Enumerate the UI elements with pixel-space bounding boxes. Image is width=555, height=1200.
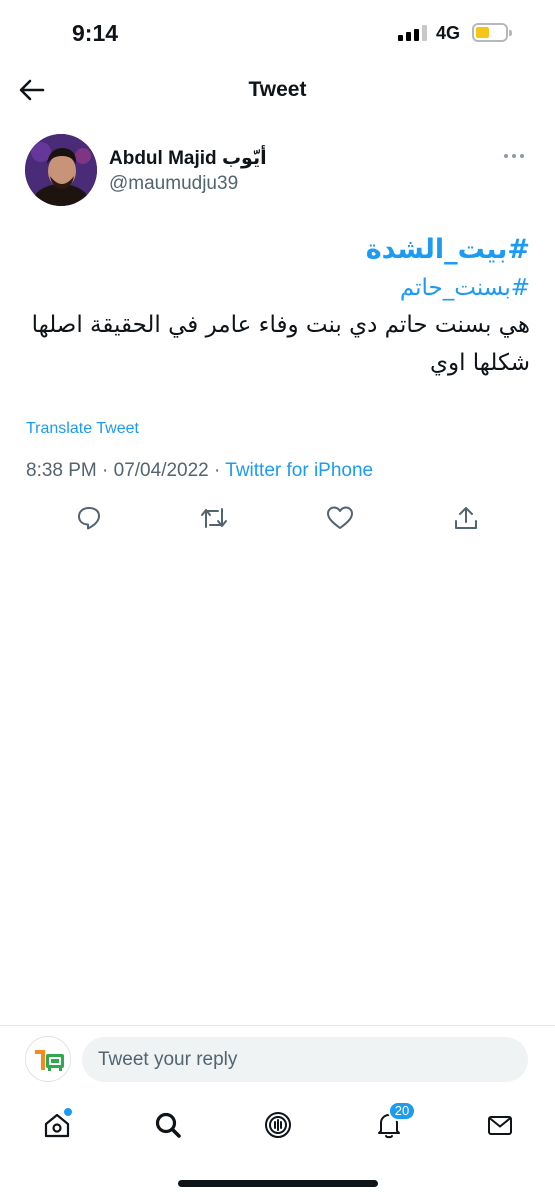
- reply-button[interactable]: [74, 503, 104, 533]
- spaces-icon: [265, 1112, 291, 1138]
- profile-photo: [25, 134, 97, 206]
- signal-icon: [398, 25, 427, 41]
- tweet-body: #بيت_الشدة #بسنت_حاتم هي بسنت حاتم دي بن…: [25, 230, 530, 382]
- avatar[interactable]: [25, 134, 97, 206]
- share-button[interactable]: [451, 503, 481, 533]
- bottom-tab-bar: 20: [0, 1098, 555, 1158]
- hashtag-link[interactable]: #بسنت_حاتم: [25, 270, 530, 306]
- page-title: Tweet: [248, 78, 307, 101]
- messages-icon: [488, 1116, 512, 1135]
- tweet-source-link[interactable]: Twitter for iPhone: [225, 460, 373, 481]
- retweet-icon: [201, 508, 227, 528]
- tweet-actions: [0, 500, 555, 538]
- reply-bar: Tweet your reply: [0, 1025, 555, 1095]
- retweet-button[interactable]: [199, 503, 229, 533]
- display-name[interactable]: Abdul Majid أيّوب: [109, 147, 267, 170]
- share-icon: [455, 507, 477, 529]
- reply-input[interactable]: Tweet your reply: [82, 1037, 528, 1082]
- current-user-avatar[interactable]: [25, 1036, 71, 1082]
- nav-header: Tweet: [0, 66, 555, 116]
- status-time: 9:14: [72, 20, 119, 46]
- search-icon: [155, 1112, 181, 1138]
- translate-tweet-link[interactable]: Translate Tweet: [26, 420, 139, 438]
- current-user-photo: [26, 1037, 70, 1081]
- like-icon: [327, 506, 353, 529]
- battery-icon: [472, 23, 512, 42]
- tab-search[interactable]: [151, 1108, 185, 1142]
- hashtag-link[interactable]: #بيت_الشدة: [25, 230, 530, 270]
- tab-notifications[interactable]: 20: [372, 1101, 416, 1142]
- tweet-timestamp: 8:38 PM · 07/04/2022 ·: [26, 460, 226, 481]
- more-dot: [512, 154, 516, 158]
- notifications-badge: 20: [388, 1101, 416, 1121]
- reply-icon: [78, 507, 100, 530]
- network-type: 4G: [436, 23, 461, 43]
- home-indicator: [178, 1180, 378, 1187]
- tab-spaces[interactable]: [261, 1108, 295, 1142]
- more-dot: [504, 154, 508, 158]
- reply-placeholder: Tweet your reply: [98, 1048, 238, 1070]
- tab-home[interactable]: [40, 1108, 74, 1142]
- like-button[interactable]: [325, 503, 355, 533]
- user-handle[interactable]: @maumudju39: [109, 173, 238, 195]
- status-bar: 9:14 4G: [0, 0, 555, 64]
- more-options-button[interactable]: [499, 148, 529, 164]
- tweet-author: Abdul Majid أيّوب @maumudju39: [25, 132, 535, 208]
- tab-messages[interactable]: [483, 1108, 517, 1142]
- home-unread-dot: [64, 1108, 72, 1116]
- tweet-meta: 8:38 PM · 07/04/2022 · Twitter for iPhon…: [26, 460, 373, 482]
- more-dot: [520, 154, 524, 158]
- tweet-text: هي بسنت حاتم دي بنت وفاء عامر في الحقيقة…: [31, 312, 530, 376]
